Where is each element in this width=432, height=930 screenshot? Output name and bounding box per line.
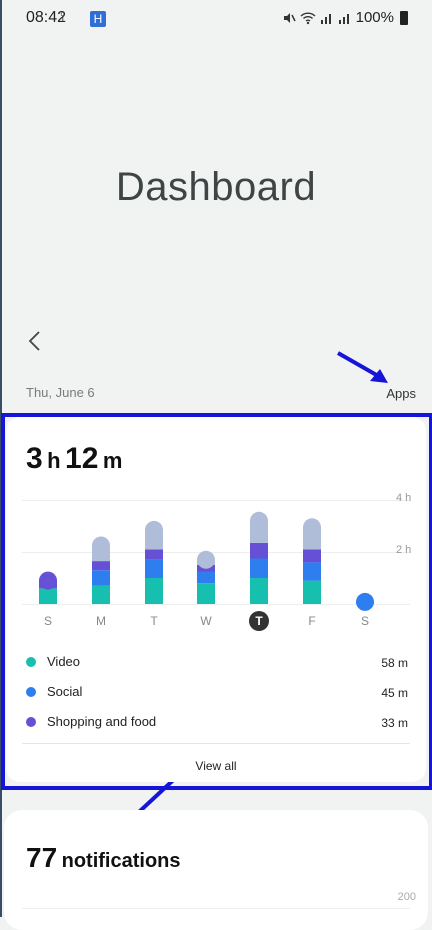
notifications-count: 77 notifications	[26, 842, 181, 873]
bar-segment-5-0	[303, 580, 321, 604]
bar-segment-2-1	[145, 559, 163, 578]
status-right-group: 100%	[282, 9, 408, 26]
bar-cap-1	[92, 536, 110, 555]
bar-cap-4	[250, 511, 268, 530]
bar-segment-3-0	[197, 583, 215, 604]
bar-segment-1-2	[92, 561, 110, 571]
legend-label-social: Social	[47, 684, 83, 699]
page-title: Dashboard	[115, 165, 317, 209]
bar-cap-0	[39, 571, 57, 590]
day-label-4[interactable]: T	[249, 611, 269, 631]
day-label-5[interactable]: F	[302, 614, 322, 628]
day-label-0[interactable]: S	[38, 614, 58, 628]
back-chevron-icon[interactable]	[26, 330, 44, 352]
bar-segment-1-0	[92, 585, 110, 604]
current-date: Thu, June 6	[26, 385, 95, 400]
window-edge	[0, 0, 2, 917]
hub-app-icon: H	[90, 11, 106, 27]
wifi-icon	[300, 11, 316, 24]
day-label-1[interactable]: M	[91, 614, 111, 628]
bar-segment-3-1	[197, 571, 215, 584]
day-label-2[interactable]: T	[144, 614, 164, 628]
bar-segment-0-0	[39, 588, 57, 604]
total-screen-time: 3 h 12 m	[26, 442, 123, 475]
bar-cap-6	[356, 592, 374, 611]
usage-bar-chart	[39, 511, 374, 611]
bar-cap-3	[197, 550, 215, 569]
legend-dot-social	[26, 687, 36, 697]
legend-value-shopping: 33 m	[381, 716, 408, 730]
bar-cap-2	[145, 520, 163, 539]
notifications-grid-line	[22, 908, 410, 909]
link-icon: ⟟	[60, 9, 66, 26]
bar-segment-1-1	[92, 570, 110, 586]
signal-2-icon	[338, 13, 349, 24]
legend-label-video: Video	[47, 654, 81, 669]
legend-value-video: 58 m	[381, 656, 408, 670]
bar-segment-4-2	[250, 542, 268, 559]
bar-segment-5-2	[303, 549, 321, 563]
bar-segment-5-1	[303, 562, 321, 581]
legend-label-shopping: Shopping and food	[47, 714, 157, 729]
mute-icon	[283, 12, 296, 23]
divider	[22, 743, 410, 744]
view-all-button[interactable]: View all	[0, 759, 432, 773]
battery-icon	[400, 10, 408, 25]
battery-text: 100%	[355, 9, 394, 26]
legend-value-social: 45 m	[381, 686, 408, 700]
bar-segment-2-2	[145, 549, 163, 560]
day-label-6[interactable]: S	[355, 614, 375, 628]
day-label-3[interactable]: W	[196, 614, 216, 628]
annotation-arrow-apps	[337, 351, 388, 383]
bar-segment-4-1	[250, 558, 268, 578]
bar-cap-5	[303, 518, 321, 537]
bar-segment-4-0	[250, 578, 268, 604]
signal-icon	[320, 13, 331, 24]
legend-dot-video	[26, 657, 36, 667]
bar-segment-2-0	[145, 578, 163, 604]
notifications-axis-max: 200	[397, 891, 416, 903]
legend-dot-shopping	[26, 717, 36, 727]
